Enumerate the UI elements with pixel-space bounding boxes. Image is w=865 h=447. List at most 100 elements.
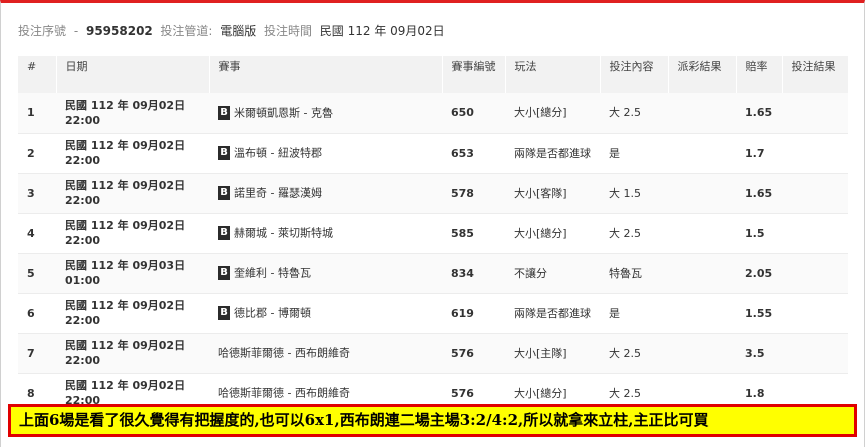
row-index: 3 <box>18 173 56 214</box>
row-odds: 2.05 <box>736 253 782 294</box>
row-result <box>782 213 848 254</box>
row-match-name: 德比郡 - 博爾頓 <box>234 306 311 320</box>
table-row[interactable]: 4 民國 112 年 09月02日 22:00 B 赫爾城 - 萊切斯特城 585 大小[總… <box>18 213 848 254</box>
row-bet-content: 是 <box>600 133 668 174</box>
row-odds: 1.65 <box>736 93 782 134</box>
col-odds-header: 賠率 <box>736 56 783 93</box>
boost-badge-icon: B <box>218 186 230 201</box>
row-payout <box>668 173 736 214</box>
row-match-name: 哈德斯菲爾德 - 西布朗維奇 <box>218 386 350 400</box>
row-time: 22:00 <box>65 154 101 167</box>
row-bet-content: 大 2.5 <box>600 333 668 374</box>
row-play: 兩隊是否都進球 <box>505 133 600 174</box>
table-row[interactable]: 5 民國 112 年 09月03日 01:00 B 奎維利 - 特魯瓦 834 不讓分 特魯瓦… <box>18 253 848 294</box>
row-match-name: 米爾頓凱恩斯 - 克魯 <box>234 106 333 120</box>
caption-banner: 上面6場是看了很久覺得有把握度的,也可以6x1,西布朗連二場主場3:2/4:2,… <box>8 404 857 437</box>
table-row[interactable]: 2 民國 112 年 09月02日 22:00 B 溫布頓 - 紐波特郡 653 兩隊是否都… <box>18 133 848 174</box>
row-odds: 1.65 <box>736 173 782 214</box>
row-result <box>782 133 848 174</box>
row-datetime: 民國 112 年 09月03日 01:00 <box>56 253 209 294</box>
table-row[interactable]: 3 民國 112 年 09月02日 22:00 B 諾里奇 - 羅瑟漢姆 578 大小[客隊… <box>18 173 848 214</box>
col-match-code-header: 賽事編號 <box>442 56 506 93</box>
row-date: 民國 112 年 09月02日 <box>65 299 186 312</box>
row-date: 民國 112 年 09月02日 <box>65 339 186 352</box>
boost-badge-icon: B <box>218 146 230 161</box>
table-row[interactable]: 7 民國 112 年 09月02日 22:00 哈德斯菲爾德 - 西布朗維奇 576 大小… <box>18 333 848 374</box>
row-payout <box>668 133 736 174</box>
row-match: B 溫布頓 - 紐波特郡 <box>209 133 442 174</box>
row-time: 22:00 <box>65 113 101 127</box>
row-bet-content: 大 2.5 <box>600 93 668 134</box>
row-odds: 3.5 <box>736 333 782 374</box>
row-odds: 1.5 <box>736 213 782 254</box>
row-bet-content: 大 1.5 <box>600 173 668 214</box>
row-payout <box>668 253 736 294</box>
table-row[interactable]: 1 民國 112 年 09月02日 22:00 B 米爾頓凱恩斯 - 克魯 650 大小[總… <box>18 93 848 134</box>
row-datetime: 民國 112 年 09月02日 22:00 <box>56 333 209 374</box>
row-index: 6 <box>18 293 56 334</box>
row-play: 大小[總分] <box>505 93 600 134</box>
row-bet-content: 特魯瓦 <box>600 253 668 294</box>
row-result <box>782 253 848 294</box>
time-value: 民國 112 年 09月02日 <box>319 24 445 38</box>
row-play: 大小[客隊] <box>505 173 600 214</box>
bet-detail-table: # 日期 賽事 賽事編號 玩法 投注內容 派彩結果 賠率 投注結果 1 民國 112 年 09月0… <box>18 56 849 414</box>
boost-badge-icon: B <box>218 106 230 120</box>
row-datetime: 民國 112 年 09月02日 22:00 <box>56 173 209 214</box>
row-date: 民國 112 年 09月02日 <box>65 98 186 112</box>
row-datetime: 民國 112 年 09月02日 22:00 <box>56 213 209 254</box>
boost-badge-icon: B <box>218 266 230 281</box>
row-match: B 德比郡 - 博爾頓 <box>209 293 442 334</box>
row-odds: 1.7 <box>736 133 782 174</box>
row-play: 兩隊是否都進球 <box>505 293 600 334</box>
row-index: 1 <box>18 93 56 134</box>
row-match: B 奎維利 - 特魯瓦 <box>209 253 442 294</box>
row-match-name: 溫布頓 - 紐波特郡 <box>234 146 322 160</box>
table-header-row: # 日期 賽事 賽事編號 玩法 投注內容 派彩結果 賠率 投注結果 <box>18 56 849 93</box>
row-index: 7 <box>18 333 56 374</box>
row-match-name: 赫爾城 - 萊切斯特城 <box>234 226 333 240</box>
col-play-header: 玩法 <box>505 56 601 93</box>
channel-label: 投注管道: <box>160 24 213 38</box>
row-play: 大小[主隊] <box>505 333 600 374</box>
boost-badge-icon: B <box>218 226 230 241</box>
row-datetime: 民國 112 年 09月02日 22:00 <box>56 93 209 134</box>
col-date-header: 日期 <box>56 56 210 93</box>
row-date: 民國 112 年 09月02日 <box>65 219 186 232</box>
row-payout <box>668 93 736 134</box>
col-match-header: 賽事 <box>209 56 443 93</box>
col-result-header: 投注結果 <box>782 56 849 93</box>
time-label: 投注時間 <box>263 24 312 38</box>
serial-value: 95958202 <box>85 24 153 38</box>
table-row[interactable]: 6 民國 112 年 09月02日 22:00 B 德比郡 - 博爾頓 619 兩隊是否都進… <box>18 293 848 334</box>
col-index-header: # <box>18 56 57 93</box>
row-index: 2 <box>18 133 56 174</box>
row-time: 22:00 <box>65 354 101 367</box>
row-time: 01:00 <box>65 274 101 287</box>
row-match: B 諾里奇 - 羅瑟漢姆 <box>209 173 442 214</box>
channel-value: 電腦版 <box>220 24 257 38</box>
row-date: 民國 112 年 09月02日 <box>65 179 186 192</box>
row-play: 大小[總分] <box>505 213 600 254</box>
serial-label: 投注序號 <box>18 24 67 38</box>
row-datetime: 民國 112 年 09月02日 22:00 <box>56 133 209 174</box>
row-time: 22:00 <box>65 234 101 247</box>
row-match-code: 576 <box>442 333 505 374</box>
row-match-code: 834 <box>442 253 505 294</box>
table-body: 1 民國 112 年 09月02日 22:00 B 米爾頓凱恩斯 - 克魯 650 大小[總… <box>18 93 848 414</box>
row-match: 哈德斯菲爾德 - 西布朗維奇 <box>209 333 442 374</box>
row-match-code: 585 <box>442 213 505 254</box>
row-result <box>782 173 848 214</box>
row-odds: 1.55 <box>736 293 782 334</box>
col-payout-header: 派彩結果 <box>668 56 737 93</box>
row-date: 民國 112 年 09月02日 <box>65 139 186 152</box>
row-date: 民國 112 年 09月03日 <box>65 259 186 272</box>
row-match-code: 619 <box>442 293 505 334</box>
row-play: 不讓分 <box>505 253 600 294</box>
row-result <box>782 333 848 374</box>
row-match: B 米爾頓凱恩斯 - 克魯 <box>209 93 442 134</box>
row-time: 22:00 <box>65 194 101 207</box>
row-index: 4 <box>18 213 56 254</box>
row-match-code: 650 <box>442 93 505 134</box>
row-bet-content: 大 2.5 <box>600 213 668 254</box>
